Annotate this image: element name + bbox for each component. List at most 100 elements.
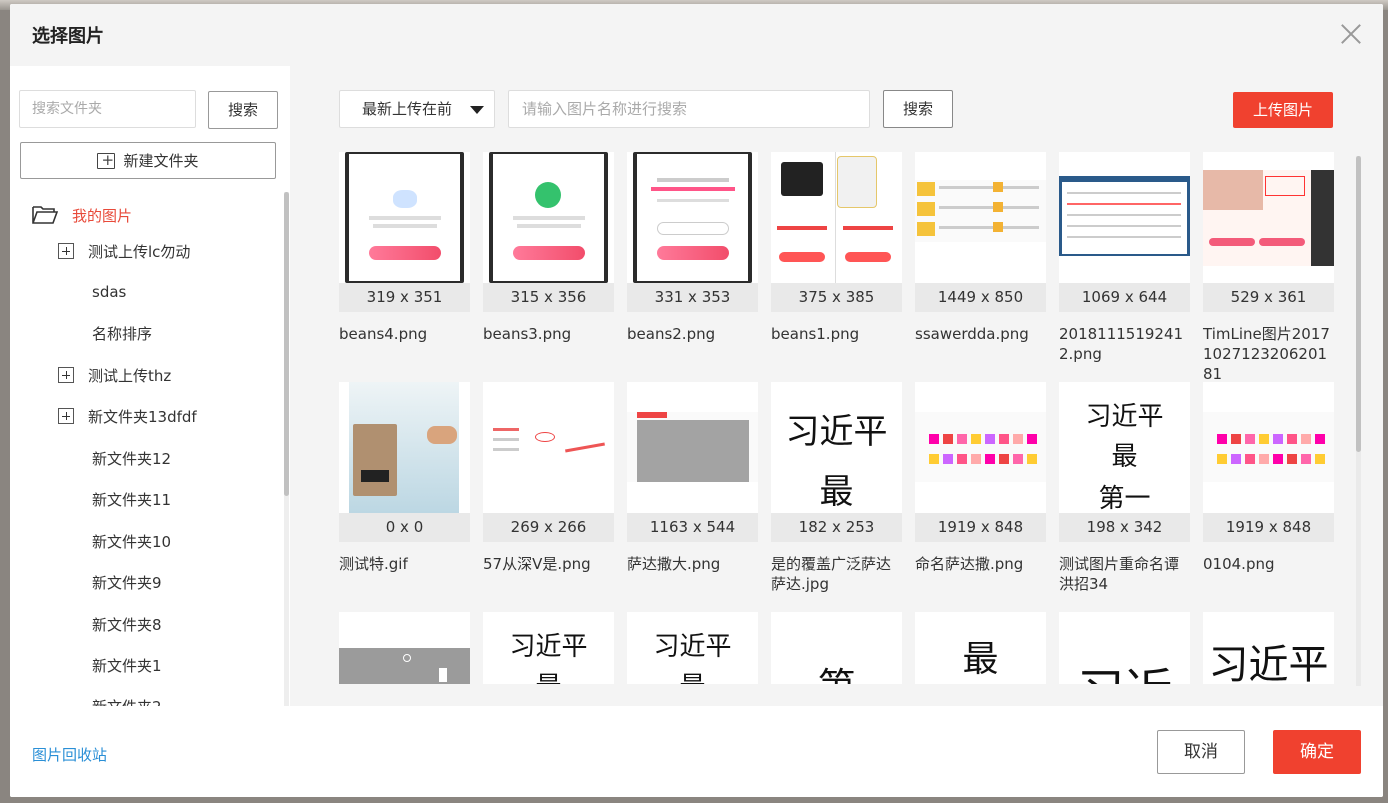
image-dimensions: 331 x 353 bbox=[627, 283, 758, 312]
image-browser: 最新上传在前 请输入图片名称进行搜索 搜索 上传图片 319 x 351 bean… bbox=[290, 66, 1383, 706]
image-card[interactable]: 269 x 266 57从深V是.png bbox=[483, 382, 614, 612]
image-thumbnail[interactable]: 习近平 bbox=[1203, 612, 1334, 684]
image-thumbnail[interactable]: 375 x 385 bbox=[771, 152, 902, 312]
folder-item[interactable]: sdas bbox=[92, 280, 126, 304]
image-card[interactable]: 315 x 356 beans3.png bbox=[483, 152, 614, 382]
thumbnail-artwork bbox=[339, 152, 470, 283]
folder-item[interactable]: 新文件夹13dfdf bbox=[58, 404, 197, 428]
image-thumbnail[interactable]: 习近平最 182 x 253 bbox=[771, 382, 902, 542]
expand-plus-icon[interactable] bbox=[58, 243, 74, 259]
image-card[interactable]: 529 x 361 TimLine图片2017102712320620181 bbox=[1203, 152, 1334, 383]
image-file-name: 命名萨达撒.png bbox=[915, 555, 1024, 573]
folder-search-button[interactable]: 搜索 bbox=[208, 91, 278, 129]
folder-item[interactable]: 测试上传thz bbox=[58, 363, 171, 387]
image-thumbnail[interactable]: 529 x 361 bbox=[1203, 152, 1334, 312]
folder-item[interactable]: 新文件夹9 bbox=[92, 570, 162, 594]
grid-scrollbar-thumb[interactable] bbox=[1356, 156, 1361, 452]
image-card[interactable]: 1069 x 644 20181115192412.png bbox=[1059, 152, 1190, 382]
image-dimensions: 182 x 253 bbox=[771, 513, 902, 542]
image-card[interactable]: 1919 x 848 命名萨达撒.png bbox=[915, 382, 1046, 612]
image-dimensions: 269 x 266 bbox=[483, 513, 614, 542]
image-card[interactable]: 最 bbox=[915, 612, 1046, 684]
folder-item[interactable]: 新文件夹10 bbox=[92, 529, 171, 553]
image-card[interactable]: 第 bbox=[771, 612, 902, 684]
image-thumbnail[interactable]: 第 bbox=[771, 612, 902, 684]
image-thumbnail[interactable]: 习近平最第一 198 x 342 bbox=[1059, 382, 1190, 542]
image-card[interactable]: 375 x 385 beans1.png bbox=[771, 152, 902, 382]
thumbnail-artwork: 习近平最第一 bbox=[1059, 382, 1190, 514]
image-dimensions: 198 x 342 bbox=[1059, 513, 1190, 542]
image-thumbnail[interactable]: 315 x 356 bbox=[483, 152, 614, 312]
thumbnail-text: 最 bbox=[962, 639, 999, 680]
new-folder-button[interactable]: 新建文件夹 bbox=[20, 142, 276, 179]
image-file-name: ssawerdda.png bbox=[915, 325, 1029, 343]
image-card[interactable]: 习近平 bbox=[1059, 612, 1190, 684]
close-icon[interactable] bbox=[1337, 20, 1365, 48]
folder-item[interactable]: 新文件夹12 bbox=[92, 446, 171, 470]
image-card[interactable]: 319 x 351 beans4.png bbox=[339, 152, 470, 382]
image-card[interactable]: 0 x 0 测试特.gif bbox=[339, 382, 470, 612]
image-file-name: 20181115192412.png bbox=[1059, 325, 1184, 363]
folder-item[interactable]: 名称排序 bbox=[92, 321, 152, 345]
thumbnail-artwork: 习近平 bbox=[1059, 612, 1190, 684]
folder-tree: 我的图片 测试上传lc勿动 sdas 名称排序测试上传thz 新文件夹13dfdf 新文… bbox=[10, 192, 280, 706]
image-thumbnail[interactable]: 1069 x 644 bbox=[1059, 152, 1190, 312]
open-folder-icon bbox=[32, 206, 58, 224]
image-card[interactable]: 习近平 bbox=[1203, 612, 1334, 684]
image-card[interactable]: 1163 x 544 萨达撒大.png bbox=[627, 382, 758, 612]
image-thumbnail[interactable]: 习近平最 bbox=[483, 612, 614, 684]
image-thumbnail[interactable]: 习近平 bbox=[1059, 612, 1190, 684]
folder-item[interactable]: 新文件夹11 bbox=[92, 487, 171, 511]
image-thumbnail[interactable]: 269 x 266 bbox=[483, 382, 614, 542]
folder-my-images[interactable]: 我的图片 bbox=[32, 203, 132, 227]
image-search-button[interactable]: 搜索 bbox=[883, 90, 953, 128]
image-thumbnail[interactable]: 1449 x 850 bbox=[915, 152, 1046, 312]
expand-plus-icon[interactable] bbox=[58, 367, 74, 383]
image-card[interactable]: 习近平最第一 198 x 342 测试图片重命名谭洪招34 bbox=[1059, 382, 1190, 612]
cancel-button[interactable]: 取消 bbox=[1157, 730, 1245, 774]
image-thumbnail[interactable]: 最 bbox=[915, 612, 1046, 684]
image-thumbnail[interactable]: 319 x 351 bbox=[339, 152, 470, 312]
image-dimensions: 1069 x 644 bbox=[1059, 283, 1190, 312]
image-card[interactable]: 习近平最 bbox=[483, 612, 614, 684]
folder-item[interactable]: 新文件夹1 bbox=[92, 653, 162, 677]
folder-label: 我的图片 bbox=[72, 206, 133, 225]
recycle-bin-link[interactable]: 图片回收站 bbox=[32, 744, 107, 765]
thumbnail-text: 习近平 bbox=[653, 632, 732, 662]
image-thumbnail[interactable]: 1919 x 848 bbox=[915, 382, 1046, 542]
image-search-input[interactable]: 请输入图片名称进行搜索 bbox=[508, 90, 870, 128]
image-file-name: 0104.png bbox=[1203, 555, 1275, 573]
thumbnail-artwork bbox=[915, 382, 1046, 513]
expand-plus-icon[interactable] bbox=[58, 408, 74, 424]
thumbnail-text: 第 bbox=[771, 656, 902, 684]
image-thumbnail[interactable]: 331 x 353 bbox=[627, 152, 758, 312]
thumbnail-artwork bbox=[771, 152, 902, 283]
folder-search-input[interactable]: 搜索文件夹 bbox=[19, 90, 196, 128]
sidebar-scrollbar-thumb[interactable] bbox=[284, 192, 289, 496]
sidebar-scrollbar[interactable] bbox=[284, 192, 289, 706]
folder-item[interactable]: 测试上传lc勿动 bbox=[58, 239, 190, 263]
thumbnail-text: 最 bbox=[627, 666, 758, 684]
thumbnail-text: 最 bbox=[483, 666, 614, 684]
image-thumbnail[interactable] bbox=[339, 612, 470, 684]
sort-dropdown[interactable]: 最新上传在前 bbox=[339, 90, 495, 128]
upload-image-button[interactable]: 上传图片 bbox=[1233, 92, 1333, 128]
image-card[interactable]: 331 x 353 beans2.png bbox=[627, 152, 758, 382]
image-card[interactable]: 习近平最 182 x 253 是的覆盖广泛萨达萨达.jpg bbox=[771, 382, 902, 612]
image-thumbnail[interactable]: 1163 x 544 bbox=[627, 382, 758, 542]
confirm-button[interactable]: 确定 bbox=[1273, 730, 1361, 774]
caret-down-icon bbox=[470, 106, 484, 114]
image-thumbnail[interactable]: 1919 x 848 bbox=[1203, 382, 1334, 542]
image-dimensions: 529 x 361 bbox=[1203, 283, 1334, 312]
folder-item[interactable]: 新文件夹2 bbox=[92, 694, 162, 707]
image-thumbnail[interactable]: 0 x 0 bbox=[339, 382, 470, 542]
image-card[interactable]: 习近平最 bbox=[627, 612, 758, 684]
folder-item[interactable]: 新文件夹8 bbox=[92, 612, 162, 636]
image-card[interactable]: 1919 x 848 0104.png bbox=[1203, 382, 1334, 612]
thumbnail-artwork bbox=[483, 382, 614, 513]
grid-scrollbar[interactable] bbox=[1356, 156, 1361, 686]
image-card[interactable] bbox=[339, 612, 470, 684]
image-card[interactable]: 1449 x 850 ssawerdda.png bbox=[915, 152, 1046, 382]
thumbnail-artwork: 习近平 bbox=[1203, 612, 1334, 684]
image-thumbnail[interactable]: 习近平最 bbox=[627, 612, 758, 684]
